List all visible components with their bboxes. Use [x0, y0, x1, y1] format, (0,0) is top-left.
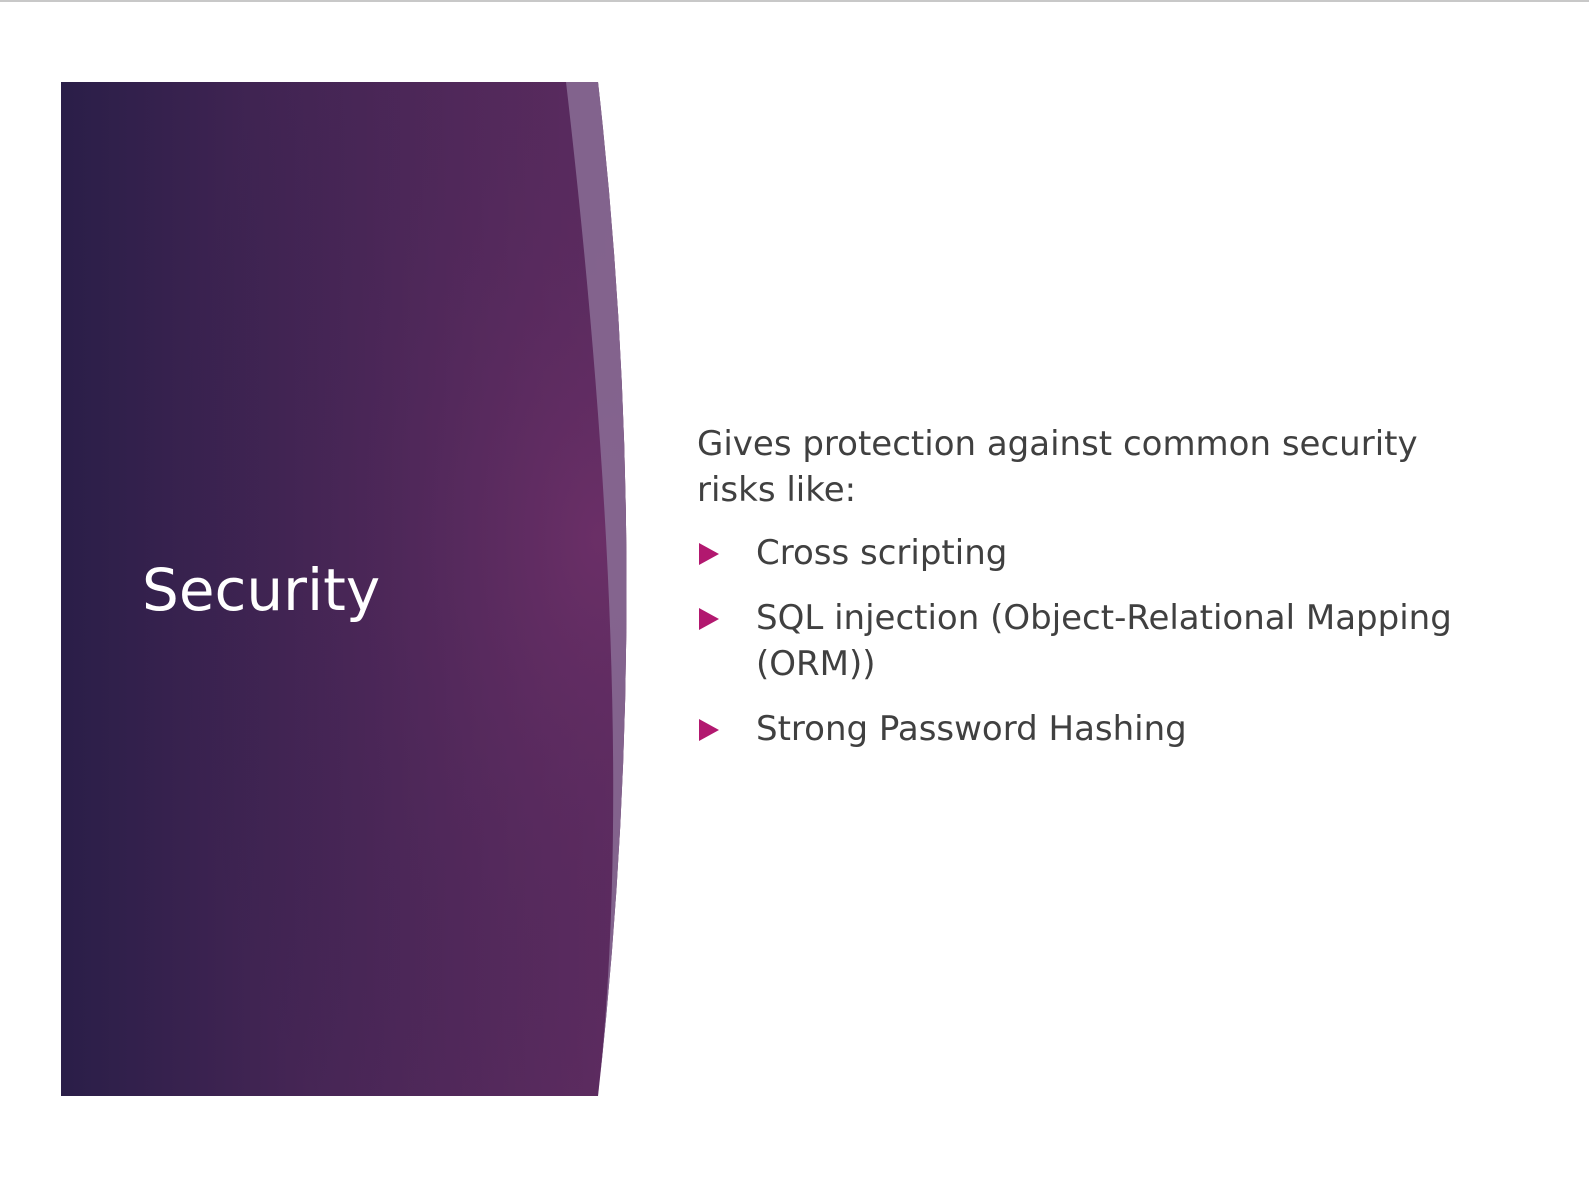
- bullet-item: Strong Password Hashing: [697, 706, 1457, 752]
- right-triangle-icon: [699, 719, 719, 741]
- right-triangle-icon: [699, 543, 719, 565]
- slide-title: Security: [142, 556, 381, 624]
- bullet-list: Cross scripting SQL injection (Object-Re…: [697, 530, 1457, 752]
- slide-body: Gives protection against common security…: [697, 421, 1457, 771]
- right-triangle-icon: [699, 608, 719, 630]
- bullet-item: SQL injection (Object-Relational Mapping…: [697, 595, 1457, 687]
- bullet-text: SQL injection (Object-Relational Mapping…: [756, 598, 1452, 684]
- bullet-text: Strong Password Hashing: [756, 709, 1187, 749]
- intro-text: Gives protection against common security…: [697, 424, 1418, 510]
- bullet-text: Cross scripting: [756, 533, 1008, 573]
- bullet-item: Cross scripting: [697, 530, 1457, 576]
